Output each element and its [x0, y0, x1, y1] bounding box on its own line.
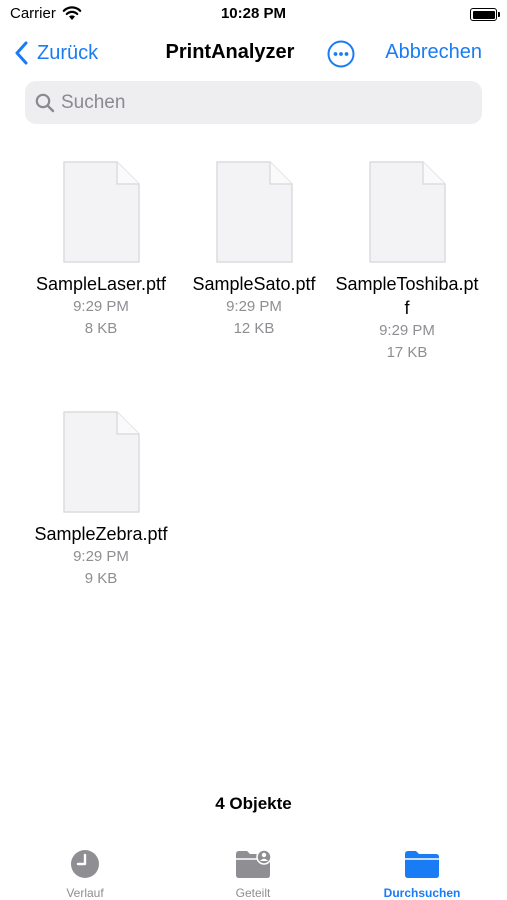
file-name: SampleLaser.ptf: [35, 274, 167, 294]
document-icon: [63, 161, 140, 263]
item-count-label: 4 Objekte: [215, 794, 292, 813]
search-bar[interactable]: [25, 81, 482, 124]
file-name: SampleSato.ptf: [192, 274, 316, 294]
battery-icon: [470, 8, 500, 21]
tab-label: Verlauf: [66, 886, 104, 900]
navigation-bar: Zurück PrintAnalyzer Abbrechen: [0, 30, 507, 76]
clock-icon: [71, 850, 99, 878]
tab-durchsuchen[interactable]: Durchsuchen: [347, 848, 497, 900]
file-name: SampleToshiba.ptf: [335, 274, 479, 318]
cancel-button[interactable]: Abbrechen: [385, 41, 482, 64]
tab-verlauf[interactable]: Verlauf: [10, 848, 160, 900]
file-modified-time: 9:29 PM: [73, 298, 129, 315]
more-options-icon[interactable]: [327, 40, 355, 68]
file-item-sample-laser[interactable]: SampleLaser.ptf 9:29 PM 8 KB: [25, 160, 177, 340]
file-name: SampleZebra.ptf: [34, 524, 168, 544]
file-modified-time: 9:29 PM: [379, 322, 435, 339]
file-item-sample-sato[interactable]: SampleSato.ptf 9:29 PM 12 KB: [178, 160, 330, 340]
clock-time: 10:28 PM: [220, 5, 287, 22]
tab-bar: Verlauf Geteilt Durchsuchen: [0, 836, 507, 900]
folder-icon: [405, 851, 439, 878]
tab-geteilt[interactable]: Geteilt: [178, 848, 328, 900]
file-size: 8 KB: [84, 320, 118, 337]
document-icon: [63, 411, 140, 513]
tab-label: Geteilt: [235, 886, 271, 900]
file-size: 9 KB: [84, 570, 118, 587]
file-modified-time: 9:29 PM: [73, 548, 129, 565]
search-icon: [35, 93, 55, 112]
file-item-sample-toshiba[interactable]: SampleToshiba.ptf 9:29 PM 17 KB: [331, 160, 483, 364]
search-input[interactable]: [61, 91, 461, 114]
back-label: Zurück: [37, 41, 99, 64]
shared-folder-icon: [236, 849, 271, 878]
status-bar: Carrier 10:28 PM: [0, 0, 507, 30]
tab-label: Durchsuchen: [383, 886, 461, 900]
document-icon: [369, 161, 446, 263]
back-button[interactable]: Zurück: [14, 39, 98, 67]
file-size: 12 KB: [233, 320, 275, 337]
document-icon: [216, 161, 293, 263]
file-modified-time: 9:29 PM: [226, 298, 282, 315]
chevron-left-icon: [15, 41, 28, 65]
file-size: 17 KB: [386, 344, 428, 361]
file-item-sample-zebra[interactable]: SampleZebra.ptf 9:29 PM 9 KB: [25, 410, 177, 590]
